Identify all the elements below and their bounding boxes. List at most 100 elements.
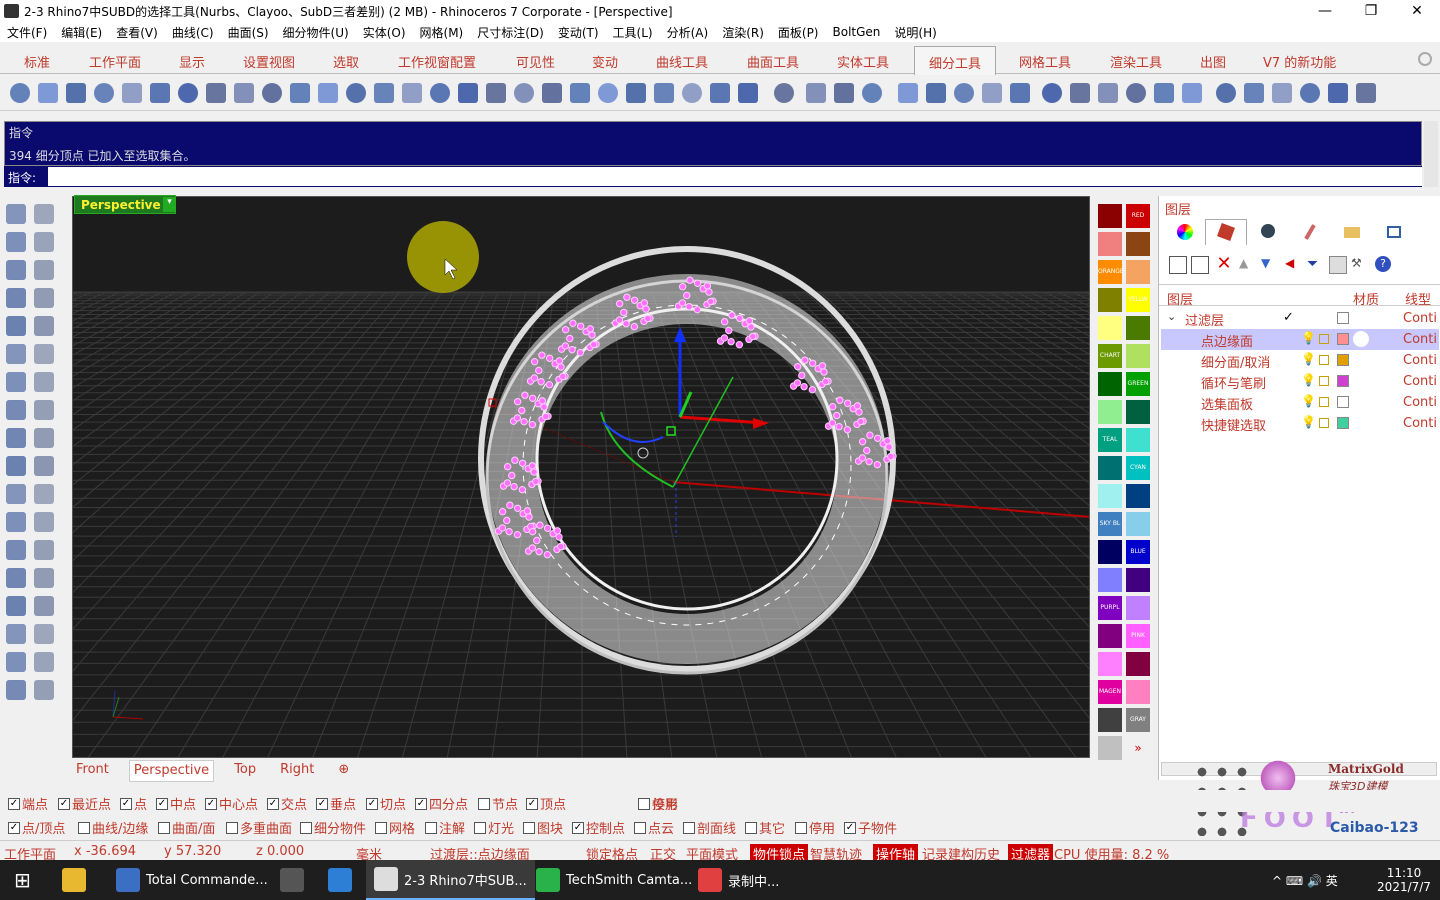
tool-icon[interactable]	[34, 260, 54, 280]
color-swatch[interactable]	[1098, 232, 1122, 256]
materials-tab-icon[interactable]	[1289, 219, 1331, 245]
lightbulb-icon[interactable]: 💡	[1301, 373, 1316, 387]
expand-chevron-icon[interactable]: ⌄	[1167, 310, 1176, 323]
render-tab-icon[interactable]	[1247, 219, 1289, 245]
subd-tool-icon[interactable]	[262, 83, 282, 103]
menu-item[interactable]: 渲染(R)	[722, 24, 764, 41]
tool-icon[interactable]	[34, 484, 54, 504]
toolbar-tab[interactable]: 可见性	[516, 52, 555, 71]
menu-item[interactable]: 曲面(S)	[228, 24, 269, 41]
move-down-icon[interactable]: ▼	[1261, 256, 1279, 274]
layer-color-swatch[interactable]	[1337, 312, 1349, 324]
filter-toggle[interactable]: 剖面线	[683, 818, 736, 837]
checkbox-icon[interactable]	[523, 821, 535, 834]
subd-tool-icon[interactable]	[1010, 83, 1030, 103]
tool-icon[interactable]	[6, 568, 26, 588]
help-icon[interactable]: ?	[1375, 256, 1391, 272]
tool-icon[interactable]	[34, 232, 54, 252]
menu-item[interactable]: 变动(T)	[558, 24, 599, 41]
subd-tool-icon[interactable]	[926, 83, 946, 103]
subd-tool-icon[interactable]	[954, 83, 974, 103]
status-item[interactable]: x -36.694	[74, 844, 136, 859]
material-ball-icon[interactable]	[1353, 331, 1369, 347]
menu-item[interactable]: 实体(O)	[363, 24, 406, 41]
toolbar-tab[interactable]: 细分工具	[914, 46, 997, 75]
checkbox-icon[interactable]	[158, 821, 170, 834]
subd-tool-icon[interactable]	[402, 83, 422, 103]
new-sublayer-icon[interactable]	[1191, 256, 1209, 274]
delete-layer-icon[interactable]: ✕	[1215, 255, 1233, 274]
menu-item[interactable]: 工具(L)	[613, 24, 653, 41]
menu-item[interactable]: 网格(M)	[420, 24, 464, 41]
layer-name[interactable]: 细分面/取消	[1201, 352, 1270, 371]
tool-icon[interactable]	[6, 484, 26, 504]
filter-toggle[interactable]: 图块	[523, 818, 563, 837]
tool-icon[interactable]	[34, 428, 54, 448]
view-tab[interactable]: Perspective	[128, 760, 215, 782]
checkbox-icon[interactable]: ✓	[316, 797, 328, 810]
hammer-icon[interactable]: ⚒	[1351, 256, 1369, 274]
layer-row[interactable]: ⌄ 过滤层 ✓ Conti	[1161, 308, 1439, 329]
perspective-viewport[interactable]	[72, 196, 1090, 758]
command-scrollbar[interactable]	[1424, 121, 1438, 187]
tool-icon[interactable]	[6, 540, 26, 560]
status-item[interactable]: z 0.000	[256, 844, 304, 859]
subd-tool-icon[interactable]	[1216, 83, 1236, 103]
color-swatch[interactable]	[1098, 400, 1122, 424]
taskbar-app[interactable]: Total Commande...	[108, 860, 276, 900]
layer-name[interactable]: 点边缘面	[1201, 331, 1253, 350]
layer-color-swatch[interactable]	[1337, 354, 1349, 366]
toolbar-tab[interactable]: 网格工具	[1019, 52, 1071, 71]
checkbox-icon[interactable]	[474, 821, 486, 834]
checkbox-icon[interactable]	[478, 797, 490, 810]
tool-icon[interactable]	[6, 288, 26, 308]
subd-tool-icon[interactable]	[570, 83, 590, 103]
osnap-toggle[interactable]: ✓ 中心点	[205, 794, 258, 813]
layer-name[interactable]: 循环与笔刷	[1201, 373, 1266, 392]
color-swatch[interactable]: ORANGE	[1098, 260, 1124, 284]
system-tray[interactable]: ^ ⌨ 🔊 英	[1272, 860, 1338, 900]
layer-row[interactable]: 点边缘面 💡 Conti	[1161, 329, 1439, 350]
layer-linetype[interactable]: Conti	[1403, 374, 1437, 389]
tool-icon[interactable]	[6, 624, 26, 644]
tool-icon[interactable]	[34, 652, 54, 672]
toolbar-tab[interactable]: 曲面工具	[747, 52, 799, 71]
properties-tab-icon[interactable]	[1165, 219, 1207, 245]
viewport-title[interactable]: Perspective	[74, 195, 176, 214]
menu-item[interactable]: 面板(P)	[778, 24, 819, 41]
osnap-toggle[interactable]: ✓ 垂点	[316, 794, 356, 813]
lightbulb-icon[interactable]: 💡	[1301, 394, 1316, 408]
status-item[interactable]: y 57.320	[164, 844, 221, 859]
subd-tool-icon[interactable]	[682, 83, 702, 103]
osnap-toggle[interactable]: ✓ 端点	[8, 794, 48, 813]
checkbox-icon[interactable]: ✓	[58, 797, 70, 810]
subd-tool-icon[interactable]	[982, 83, 1002, 103]
viewport-menu-chevron-icon[interactable]: ▾	[163, 197, 176, 212]
folder-tab-icon[interactable]	[1331, 219, 1373, 245]
color-swatch[interactable]	[1098, 708, 1122, 732]
subd-tool-icon[interactable]	[1244, 83, 1264, 103]
lock-icon[interactable]	[1319, 355, 1329, 365]
osnap-toggle[interactable]: 节点	[478, 794, 518, 813]
subd-tool-icon[interactable]	[150, 83, 170, 103]
filter-toggle[interactable]: ✓ 点/顶点	[8, 818, 65, 837]
subd-tool-icon[interactable]	[38, 83, 58, 103]
color-swatch[interactable]	[1126, 344, 1150, 368]
taskbar-app[interactable]: 2-3 Rhino7中SUB...	[366, 860, 535, 900]
subd-tool-icon[interactable]	[898, 83, 918, 103]
toolbar-tab[interactable]: 变动	[592, 52, 618, 71]
checkbox-icon[interactable]: ✓	[120, 797, 132, 810]
subd-tool-icon[interactable]	[738, 83, 758, 103]
layer-row[interactable]: 细分面/取消 💡 Conti	[1161, 350, 1439, 371]
subd-tool-icon[interactable]	[1356, 83, 1376, 103]
lightbulb-icon[interactable]: 💡	[1301, 331, 1316, 345]
toolbar-tab[interactable]: V7 的新功能	[1263, 52, 1336, 71]
color-swatch[interactable]: MAGEN	[1098, 680, 1122, 704]
layer-name[interactable]: 选集面板	[1201, 394, 1253, 413]
toolbar-tab[interactable]: 工作平面	[89, 52, 141, 71]
filter-toggle[interactable]: 灯光	[474, 818, 514, 837]
subd-tool-icon[interactable]	[598, 83, 618, 103]
tool-icon[interactable]	[6, 344, 26, 364]
subd-tool-icon[interactable]	[458, 83, 478, 103]
color-swatch[interactable]: SKY BL	[1098, 512, 1122, 536]
